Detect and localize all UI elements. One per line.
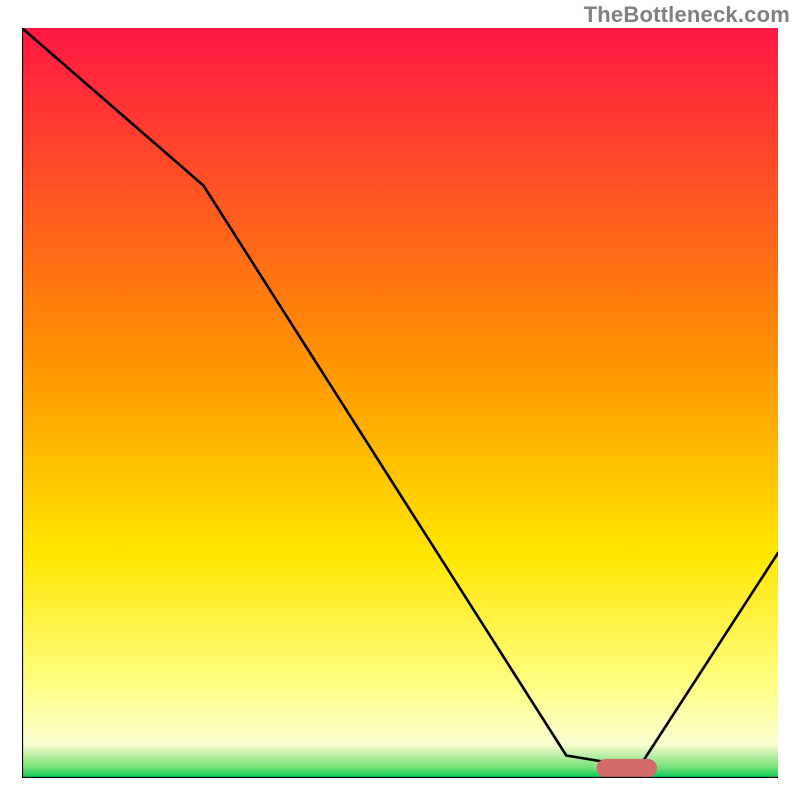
chart-container: TheBottleneck.com	[0, 0, 800, 800]
chart-svg	[22, 28, 778, 778]
watermark-text: TheBottleneck.com	[584, 2, 790, 28]
optimum-marker	[597, 759, 657, 778]
chart-plot-area	[22, 28, 778, 778]
